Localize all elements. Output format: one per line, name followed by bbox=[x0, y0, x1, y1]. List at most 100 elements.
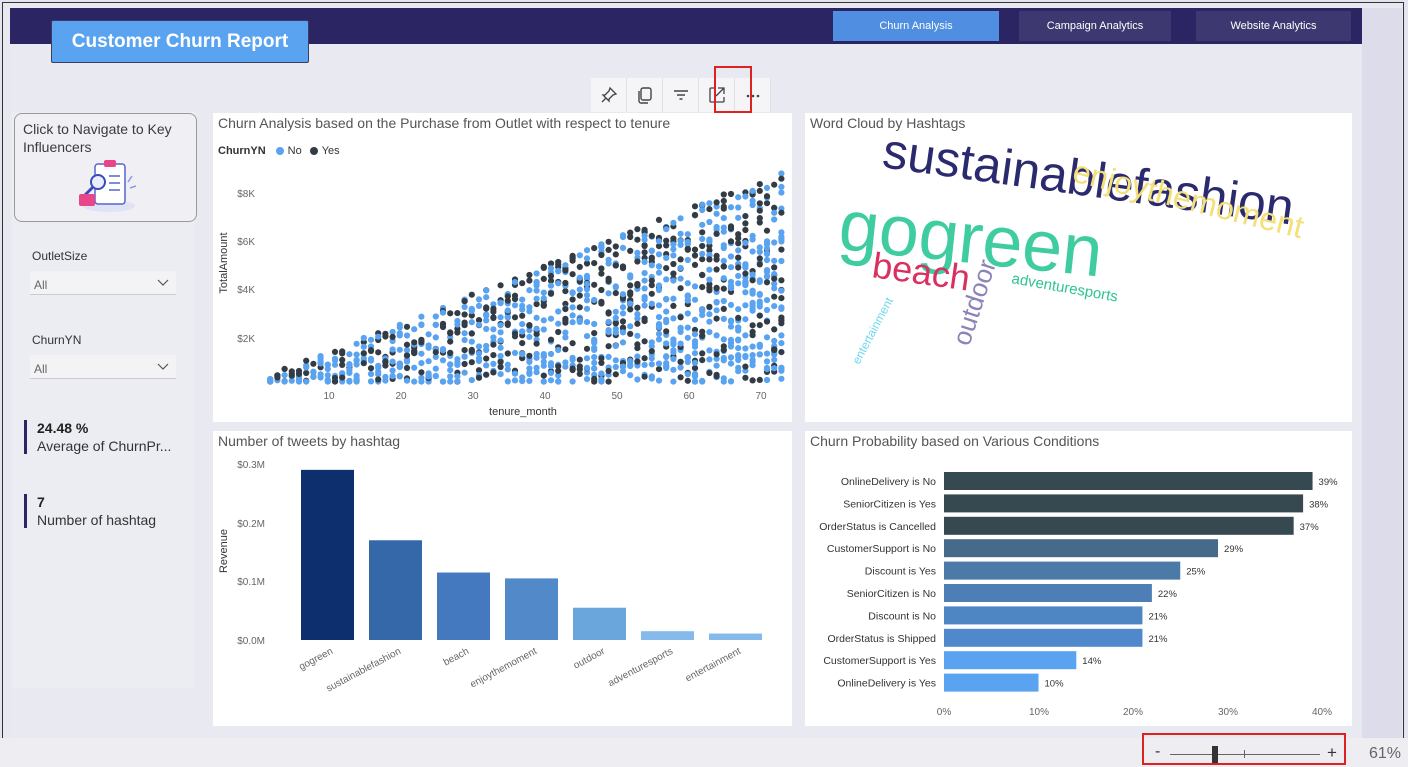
bar-entertainment[interactable] bbox=[709, 633, 762, 640]
x-category-label: sustainablefashion bbox=[325, 646, 403, 695]
scatter-point bbox=[713, 210, 720, 217]
scatter-point bbox=[605, 318, 612, 325]
copy-icon bbox=[637, 87, 652, 104]
scatter-point bbox=[720, 285, 727, 292]
scatter-point bbox=[691, 340, 699, 347]
tab-website-analytics[interactable]: Website Analytics bbox=[1196, 11, 1351, 41]
scatter-point bbox=[511, 314, 519, 321]
scatter-point bbox=[742, 239, 749, 246]
hbar-8[interactable] bbox=[944, 651, 1077, 670]
scatter-point bbox=[526, 287, 533, 294]
key-influencers-button[interactable]: Click to Navigate to Key Influencers bbox=[14, 113, 197, 222]
hbar-2[interactable] bbox=[944, 516, 1294, 535]
scatter-point bbox=[663, 316, 670, 323]
scatter-point bbox=[634, 258, 641, 265]
hbar-4[interactable] bbox=[944, 561, 1181, 580]
zoom-in-button[interactable]: + bbox=[1327, 743, 1337, 763]
scatter-point bbox=[742, 220, 749, 227]
scatter-point bbox=[540, 295, 547, 302]
tab-campaign-analytics[interactable]: Campaign Analytics bbox=[1019, 11, 1171, 41]
scatter-point bbox=[490, 369, 497, 376]
scatter-point bbox=[706, 369, 713, 377]
x-tick-label: 10% bbox=[1029, 707, 1049, 718]
hbar-0[interactable] bbox=[944, 472, 1313, 490]
scatter-point bbox=[497, 329, 504, 336]
scatter-point bbox=[735, 194, 742, 201]
scatter-point bbox=[418, 350, 425, 357]
scatter-point bbox=[562, 359, 569, 366]
filter-button[interactable] bbox=[663, 78, 699, 112]
bar-beach[interactable] bbox=[437, 572, 490, 640]
zoom-slider-track[interactable] bbox=[1170, 754, 1320, 755]
scatter-point bbox=[677, 237, 684, 244]
scatter-point bbox=[547, 369, 555, 376]
scatter-point bbox=[591, 346, 598, 353]
copy-button[interactable] bbox=[627, 78, 663, 112]
scatter-point bbox=[778, 175, 785, 182]
scatter-point bbox=[778, 287, 785, 294]
scatter-point bbox=[763, 334, 771, 341]
kpi-label: Number of hashtag bbox=[37, 512, 157, 528]
bar-gogreen[interactable] bbox=[301, 469, 354, 640]
scatter-point bbox=[483, 294, 490, 301]
scatter-point bbox=[432, 334, 439, 341]
scatter-point bbox=[742, 193, 749, 200]
scatter-point bbox=[771, 337, 778, 344]
x-tick-label: 40 bbox=[539, 391, 551, 402]
outletsize-dropdown[interactable]: All bbox=[30, 271, 176, 295]
hbar-1[interactable] bbox=[944, 494, 1304, 513]
scatter-point bbox=[504, 350, 511, 357]
zoom-out-button[interactable]: - bbox=[1155, 743, 1160, 761]
scatter-point bbox=[655, 377, 663, 384]
kpi-hashtag-count: 7 Number of hashtag bbox=[24, 494, 189, 528]
bar-sustainablefashion[interactable] bbox=[369, 540, 422, 640]
data-label: 21% bbox=[1148, 634, 1168, 645]
hbar-7[interactable] bbox=[944, 628, 1143, 647]
scatter-point bbox=[771, 216, 778, 223]
bar-outdoor[interactable] bbox=[573, 607, 626, 640]
hbar-5[interactable] bbox=[944, 584, 1152, 602]
churnyn-dropdown[interactable]: All bbox=[30, 355, 176, 379]
data-label: 29% bbox=[1224, 544, 1244, 555]
scatter-point bbox=[627, 229, 634, 236]
scatter-point bbox=[749, 343, 756, 350]
scatter-point bbox=[569, 354, 576, 361]
hbar-6[interactable] bbox=[944, 606, 1143, 625]
bar-adventuresports[interactable] bbox=[641, 631, 694, 640]
zoom-slider-center-tick bbox=[1244, 750, 1245, 758]
scatter-point bbox=[771, 275, 778, 282]
scatter-point bbox=[447, 361, 454, 368]
scatter-point bbox=[727, 317, 735, 324]
scatter-point bbox=[519, 312, 526, 319]
scatter-point bbox=[576, 263, 583, 270]
scatter-point bbox=[360, 334, 367, 342]
report-title-button[interactable]: Customer Churn Report bbox=[51, 20, 309, 63]
scatter-point bbox=[756, 187, 763, 194]
scatter-point bbox=[612, 357, 619, 364]
scatter-point bbox=[576, 304, 583, 311]
scatter-point bbox=[641, 277, 648, 284]
scatter-point bbox=[735, 231, 742, 238]
pin-button[interactable] bbox=[591, 78, 627, 112]
zoom-slider-thumb[interactable] bbox=[1212, 746, 1218, 763]
scatter-point bbox=[756, 215, 763, 222]
hbar-3[interactable] bbox=[944, 539, 1219, 558]
scatter-point bbox=[778, 365, 785, 372]
word-cloud-card[interactable]: Word Cloud by Hashtags sustainablefashio… bbox=[805, 113, 1352, 422]
tweets-bar-chart-card[interactable]: Number of tweets by hashtag $0.3M $0.2M … bbox=[213, 431, 792, 726]
scatter-point bbox=[497, 363, 504, 371]
y-axis-label: TotalAmount bbox=[218, 232, 230, 293]
bar-enjoythemoment[interactable] bbox=[505, 578, 558, 640]
scatter-point bbox=[367, 370, 375, 378]
hbar-9[interactable] bbox=[944, 673, 1039, 692]
scatter-chart-card[interactable]: Churn Analysis based on the Purchase fro… bbox=[213, 113, 792, 422]
scatter-point bbox=[382, 373, 389, 380]
scatter-point bbox=[468, 330, 475, 337]
scatter-point bbox=[691, 296, 699, 303]
scatter-point bbox=[533, 364, 540, 371]
scatter-point bbox=[605, 367, 612, 375]
churn-probability-card[interactable]: Churn Probability based on Various Condi… bbox=[805, 431, 1352, 726]
scatter-point bbox=[303, 364, 310, 371]
scatter-point bbox=[720, 378, 727, 385]
tab-churn-analysis[interactable]: Churn Analysis bbox=[833, 11, 999, 41]
